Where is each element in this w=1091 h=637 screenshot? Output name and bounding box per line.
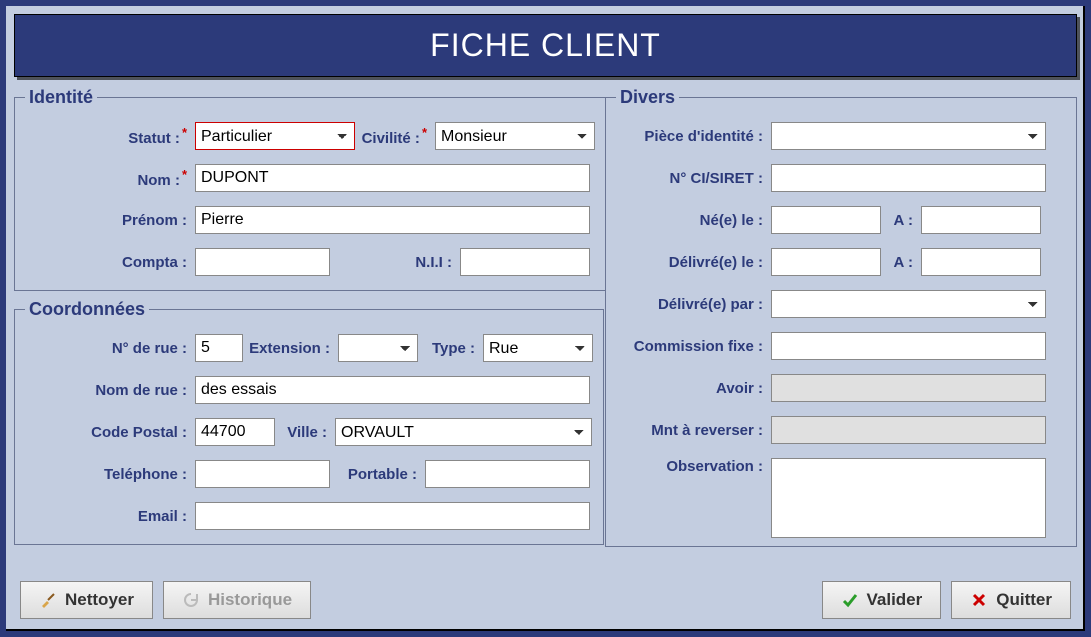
commission-input[interactable] [771, 332, 1046, 360]
group-identite: Identité Statut :* Particulier Civilité … [14, 87, 606, 291]
nii-label: N.I.I : [330, 254, 460, 271]
num-rue-input[interactable] [195, 334, 243, 362]
portable-label: Portable : [330, 466, 425, 483]
commission-label: Commission fixe : [616, 338, 771, 355]
legend-coordonnees: Coordonnées [25, 299, 149, 320]
ville-select[interactable]: ORVAULT [335, 418, 592, 446]
prenom-label: Prénom : [25, 212, 195, 229]
close-icon [970, 591, 988, 609]
legend-divers: Divers [616, 87, 679, 108]
quitter-label: Quitter [996, 590, 1052, 610]
delivre-par-label: Délivré(e) par : [616, 296, 771, 313]
historique-button: Historique [163, 581, 311, 619]
email-input[interactable] [195, 502, 590, 530]
ci-input[interactable] [771, 164, 1046, 192]
refresh-icon [182, 591, 200, 609]
valider-button[interactable]: Valider [822, 581, 942, 619]
prenom-input[interactable] [195, 206, 590, 234]
mnt-label: Mnt à reverser : [616, 422, 771, 439]
ne-label: Né(e) le : [616, 212, 771, 229]
cp-input[interactable] [195, 418, 275, 446]
tel-input[interactable] [195, 460, 330, 488]
compta-input[interactable] [195, 248, 330, 276]
a2-label: A : [881, 254, 921, 271]
delivre-par-select[interactable] [771, 290, 1046, 318]
valider-label: Valider [867, 590, 923, 610]
type-label: Type : [418, 340, 483, 357]
statut-label: Statut :* [25, 125, 195, 147]
num-rue-label: N° de rue : [25, 340, 195, 357]
a1-label: A : [881, 212, 921, 229]
tel-label: Teléphone : [25, 466, 195, 483]
group-coordonnees: Coordonnées N° de rue : Extension : Type… [14, 299, 604, 545]
page-title: FICHE CLIENT [14, 14, 1077, 77]
nom-rue-label: Nom de rue : [25, 382, 195, 399]
a1-input[interactable] [921, 206, 1041, 234]
statut-select[interactable]: Particulier [195, 122, 355, 150]
group-divers: Divers Pièce d'identité : N° CI/SIRET : … [605, 87, 1077, 547]
broom-icon [39, 591, 57, 609]
quitter-button[interactable]: Quitter [951, 581, 1071, 619]
avoir-label: Avoir : [616, 380, 771, 397]
extension-select[interactable] [338, 334, 418, 362]
cp-label: Code Postal : [25, 424, 195, 441]
mnt-input [771, 416, 1046, 444]
ci-label: N° CI/SIRET : [616, 170, 771, 187]
ne-input[interactable] [771, 206, 881, 234]
extension-label: Extension : [243, 340, 338, 357]
delivre-le-input[interactable] [771, 248, 881, 276]
ville-label: Ville : [275, 424, 335, 441]
app-window: FICHE CLIENT Identité Statut :* Particul… [0, 0, 1091, 637]
nii-input[interactable] [460, 248, 590, 276]
type-select[interactable]: Rue [483, 334, 593, 362]
nettoyer-label: Nettoyer [65, 590, 134, 610]
nettoyer-button[interactable]: Nettoyer [20, 581, 153, 619]
avoir-input [771, 374, 1046, 402]
check-icon [841, 591, 859, 609]
nom-input[interactable] [195, 164, 590, 192]
piece-label: Pièce d'identité : [616, 128, 771, 145]
nom-label: Nom :* [25, 167, 195, 189]
obs-label: Observation : [616, 458, 771, 475]
piece-select[interactable] [771, 122, 1046, 150]
a2-input[interactable] [921, 248, 1041, 276]
compta-label: Compta : [25, 254, 195, 271]
historique-label: Historique [208, 590, 292, 610]
button-bar: Nettoyer Historique Valider Quitter [20, 581, 1071, 619]
email-label: Email : [25, 508, 195, 525]
portable-input[interactable] [425, 460, 590, 488]
nom-rue-input[interactable] [195, 376, 590, 404]
civilite-label: Civilité :* [355, 125, 435, 147]
obs-textarea[interactable] [771, 458, 1046, 538]
delivre-le-label: Délivré(e) le : [616, 254, 771, 271]
legend-identite: Identité [25, 87, 97, 108]
civilite-select[interactable]: Monsieur [435, 122, 595, 150]
